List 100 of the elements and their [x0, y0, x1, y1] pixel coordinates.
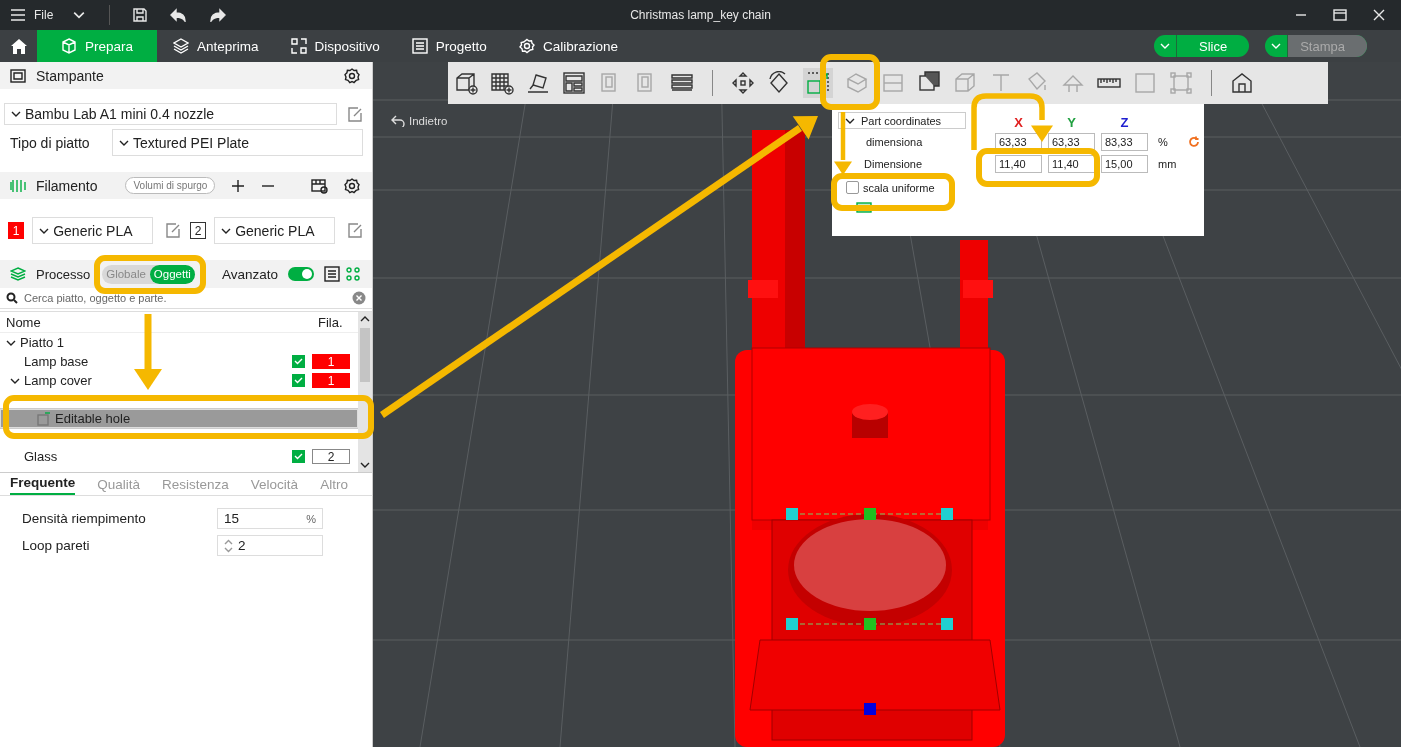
highlight-frame: [820, 54, 880, 110]
checkbox[interactable]: [292, 450, 305, 463]
toggle-switch[interactable]: [288, 267, 314, 281]
filament-select[interactable]: Generic PLA: [32, 217, 153, 244]
nodes-icon[interactable]: [346, 267, 360, 281]
checkbox[interactable]: [846, 181, 859, 194]
input-field[interactable]: 63,33: [1048, 133, 1095, 151]
edit-icon[interactable]: [165, 223, 180, 238]
unit-label: mm: [1157, 158, 1178, 170]
maximize-icon[interactable]: [1333, 9, 1347, 21]
cube-icon: [61, 38, 77, 54]
menu-label[interactable]: File: [34, 8, 54, 22]
settings-icon[interactable]: [344, 177, 360, 194]
chevron-down-icon: [221, 227, 232, 234]
auto-orient-icon[interactable]: [526, 71, 550, 95]
tree-row[interactable]: Glass 2: [0, 447, 358, 466]
tree-item-label: Lamp base: [24, 354, 89, 369]
coordinates-select[interactable]: Part coordinates: [838, 112, 966, 129]
chevron-up-icon: [360, 316, 370, 322]
printer-select[interactable]: Bambu Lab A1 mini 0.4 nozzle: [4, 103, 337, 125]
home-icon: [9, 37, 28, 55]
menu-icon[interactable]: [10, 8, 26, 22]
save-icon[interactable]: [132, 7, 149, 23]
layers-icon: [173, 38, 190, 54]
tab[interactable]: Frequente: [10, 475, 76, 495]
back-button[interactable]: Indietro: [385, 114, 454, 128]
section-title: Filamento: [36, 177, 98, 194]
field-label: Densità riempimento: [22, 511, 147, 526]
checkbox[interactable]: [292, 355, 305, 368]
undo-icon[interactable]: [170, 8, 187, 22]
tab[interactable]: Progetto: [395, 30, 503, 62]
explode-icon[interactable]: [1230, 71, 1254, 95]
part-icon: [37, 411, 51, 426]
input-field[interactable]: 15,00: [1101, 155, 1148, 173]
chevron-down-icon: [119, 139, 129, 146]
filament-swatch: 2: [190, 222, 207, 239]
field-label: dimensiona: [865, 136, 924, 148]
section-title: Stampante: [36, 67, 104, 84]
tree-row[interactable]: Editable hole: [0, 409, 358, 428]
lamp-post[interactable]: [748, 130, 805, 348]
arrow: [834, 112, 852, 175]
tree-item-label: Lamp cover: [24, 373, 92, 388]
input-field[interactable]: 2: [217, 535, 323, 556]
axis-label: Z: [1120, 115, 1129, 130]
list-icon[interactable]: [324, 266, 340, 282]
chevron-down-icon: [1160, 43, 1170, 49]
axis-label: Y: [1067, 115, 1076, 130]
window-title: Christmas lamp_key chain: [630, 8, 771, 22]
purge-button[interactable]: Volumi di spurgo: [125, 177, 216, 194]
tree-item-label: Editable hole: [55, 411, 131, 426]
field-label: Dimensione: [863, 158, 924, 170]
move-icon[interactable]: [731, 71, 755, 95]
layout-icon[interactable]: [562, 71, 586, 95]
plate-select[interactable]: Textured PEI Plate: [112, 129, 363, 156]
gear-icon: [518, 38, 535, 54]
clear-icon[interactable]: [352, 291, 366, 305]
grid-plus-icon[interactable]: [490, 71, 514, 95]
filament-number[interactable]: 2: [312, 449, 350, 464]
filament-number[interactable]: 1: [312, 373, 350, 388]
filament-select[interactable]: Generic PLA: [214, 217, 335, 244]
unit-label: %: [1157, 136, 1169, 148]
spinner-icon: [224, 538, 233, 553]
switch-label: Avanzato: [221, 266, 278, 282]
column-header: Fila.: [318, 314, 344, 330]
chevron-down-icon: [845, 117, 855, 124]
tab[interactable]: Dispositivo: [274, 30, 396, 62]
section-title: Processo: [36, 266, 91, 282]
tree-row[interactable]: Lamp base 1: [0, 352, 358, 371]
input-field[interactable]: 11,40: [1048, 155, 1095, 173]
input-field[interactable]: 11,40: [995, 155, 1042, 173]
reset-icon[interactable]: [1188, 136, 1200, 148]
check-icon: [294, 358, 303, 365]
filament-sync-icon[interactable]: [311, 177, 328, 194]
scrollbar-thumb[interactable]: [360, 328, 370, 382]
field-label: Tipo di piatto: [10, 134, 91, 151]
cube-plus-icon[interactable]: [454, 71, 478, 95]
device-icon: [290, 38, 307, 54]
tree-row[interactable]: Lamp cover 1: [0, 371, 358, 390]
layers-icon: [10, 267, 26, 281]
input-field[interactable]: 15 %: [217, 508, 323, 529]
close-icon[interactable]: [1373, 9, 1385, 21]
search-icon: [6, 292, 18, 304]
tree-row[interactable]: Piatto 1: [0, 333, 358, 352]
tab[interactable]: Calibrazione: [502, 30, 634, 62]
checkbox[interactable]: [292, 374, 305, 387]
field-label: Loop pareti: [22, 538, 91, 553]
check-icon: [294, 453, 303, 460]
filament-number[interactable]: 1: [312, 354, 350, 369]
printer-icon: [10, 68, 26, 83]
lamp-post[interactable]: [960, 240, 993, 348]
plus-icon[interactable]: [231, 178, 246, 193]
edit-icon[interactable]: [346, 223, 362, 238]
tree-item-label: Glass: [24, 449, 58, 464]
tab[interactable]: Anteprima: [157, 30, 275, 62]
redo-icon[interactable]: [210, 8, 227, 22]
edit-icon[interactable]: [347, 106, 362, 122]
input-field[interactable]: 83,33: [1101, 133, 1148, 151]
tree-item-label: Piatto 1: [20, 335, 65, 350]
chevron-down-icon: [360, 462, 370, 468]
settings-icon[interactable]: [344, 67, 360, 84]
